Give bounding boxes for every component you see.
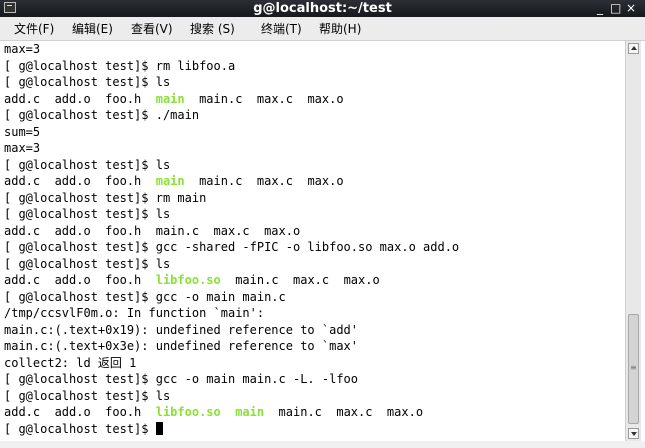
terminal-line: add.c add.o foo.h main main.c max.c max.… [4,91,624,108]
terminal-text: [ g@localhost test]$ gcc -o main main.c … [4,372,359,386]
window-title: g@localhost:~/test [253,1,392,16]
terminal-line: max=3 [4,140,624,157]
terminal-line: [ g@localhost test]$ ls [4,388,624,405]
executable-file-name: main [235,405,265,419]
terminal-line: sum=5 [4,124,624,141]
close-icon[interactable]: × [626,0,636,17]
terminal-line: max=3 [4,41,624,58]
title-bar[interactable]: g@localhost:~/test _ □ × [0,0,645,17]
terminal-text: max=3 [4,42,41,56]
terminal-text: [ g@localhost test]$ rm main [4,190,207,205]
terminal-line: [ g@localhost test]$ ls [4,206,624,223]
terminal-text: [ g@localhost test]$ ls [4,207,171,221]
terminal-text: main.c max.c max.o [184,174,344,188]
terminal-text: /tmp/ccsvlF0m.o: In function `main': [4,306,265,320]
executable-file-name: libfoo.so [155,405,221,419]
window-bottom-border [0,441,645,448]
terminal-text: [ g@localhost test]$ ./main [4,108,200,122]
terminal-line: [ g@localhost test]$ gcc -o main main.c … [4,371,624,388]
terminal-text: add.c add.o foo.h main.c max.c max.o [4,223,301,238]
terminal-line: /tmp/ccsvlF0m.o: In function `main': [4,305,624,322]
menu-terminal[interactable]: 终端(T) [261,17,302,41]
terminal-line: [ g@localhost test]$ rm libfoo.a [4,58,624,75]
executable-file-name: main [155,91,185,106]
terminal-line: collect2: ld 返回 1 [4,355,624,372]
terminal-text: [ g@localhost test]$ gcc -shared -fPIC -… [4,240,460,254]
terminal-text: sum=5 [4,124,41,139]
executable-file-name: libfoo.so [155,273,221,287]
terminal-text: [ g@localhost test]$ gcc -o main main.c [4,289,286,304]
terminal-line: main.c:(.text+0x3e): undefined reference… [4,338,624,355]
terminal-line: main.c:(.text+0x19): undefined reference… [4,322,624,339]
terminal-text: add.c add.o foo.h [4,174,156,188]
terminal-text: [ g@localhost test]$ ls [4,256,171,271]
terminal-text: [ g@localhost test]$ [4,421,156,436]
terminal-line: [ g@localhost test]$ ls [4,74,624,91]
minimize-icon[interactable]: _ [597,0,603,17]
terminal-line: add.c add.o foo.h main.c max.c max.o [4,223,624,240]
terminal-text: main.c max.c max.o [264,405,424,419]
terminal-line: [ g@localhost test]$ [4,421,624,438]
terminal-line: add.c add.o foo.h libfoo.so main main.c … [4,404,624,421]
terminal-line: add.c add.o foo.h main main.c max.c max.… [4,173,624,190]
terminal-window: g@localhost:~/test _ □ × 文件(F) 编辑(E) 查看(… [0,0,645,448]
terminal-text: [ g@localhost test]$ ls [4,157,171,172]
terminal-line: [ g@localhost test]$ rm main [4,190,624,207]
maximize-icon[interactable]: □ [610,0,621,17]
menu-help[interactable]: 帮助(H) [319,17,361,41]
vertical-scrollbar[interactable] [625,41,641,441]
terminal-text: collect2: ld 返回 1 [4,355,137,370]
terminal-text: main.c:(.text+0x3e): undefined reference… [4,339,359,353]
menu-edit[interactable]: 编辑(E) [72,17,113,41]
terminal-line: [ g@localhost test]$ ls [4,157,624,174]
executable-file-name: main [155,174,185,188]
text-cursor [155,421,163,435]
menu-view[interactable]: 查看(V) [131,17,173,41]
terminal-line: [ g@localhost test]$ ./main [4,107,624,124]
menu-bar: 文件(F) 编辑(E) 查看(V) 搜索 (S) 终端(T) 帮助(H) [0,17,645,41]
scroll-down-icon[interactable] [628,428,639,439]
terminal-text: [ g@localhost test]$ ls [4,75,171,89]
terminal-text: [ g@localhost test]$ ls [4,388,171,403]
terminal-text: add.c add.o foo.h [4,405,156,419]
terminal-text: main.c max.c max.o [184,91,344,106]
terminal-text: max=3 [4,141,41,155]
scrollbar-thumb[interactable] [628,314,639,424]
terminal-line: [ g@localhost test]$ gcc -o main main.c [4,289,624,306]
terminal-text: [ g@localhost test]$ rm libfoo.a [4,58,236,73]
terminal-text: add.c add.o foo.h [4,91,156,106]
terminal-text: add.c add.o foo.h [4,273,156,287]
terminal-text: main.c:(.text+0x19): undefined reference… [4,322,359,337]
terminal-line: [ g@localhost test]$ ls [4,256,624,273]
terminal-output[interactable]: max=3 [ g@localhost test]$ rm libfoo.a [ g… [4,41,624,441]
menu-file[interactable]: 文件(F) [14,17,54,41]
terminal-text: main.c max.c max.o [220,273,380,287]
scroll-up-icon[interactable] [628,43,639,54]
terminal-line: add.c add.o foo.h libfoo.so main.c max.c… [4,272,624,289]
terminal-line: [ g@localhost test]$ gcc -shared -fPIC -… [4,239,624,256]
menu-search[interactable]: 搜索 (S) [190,17,235,41]
